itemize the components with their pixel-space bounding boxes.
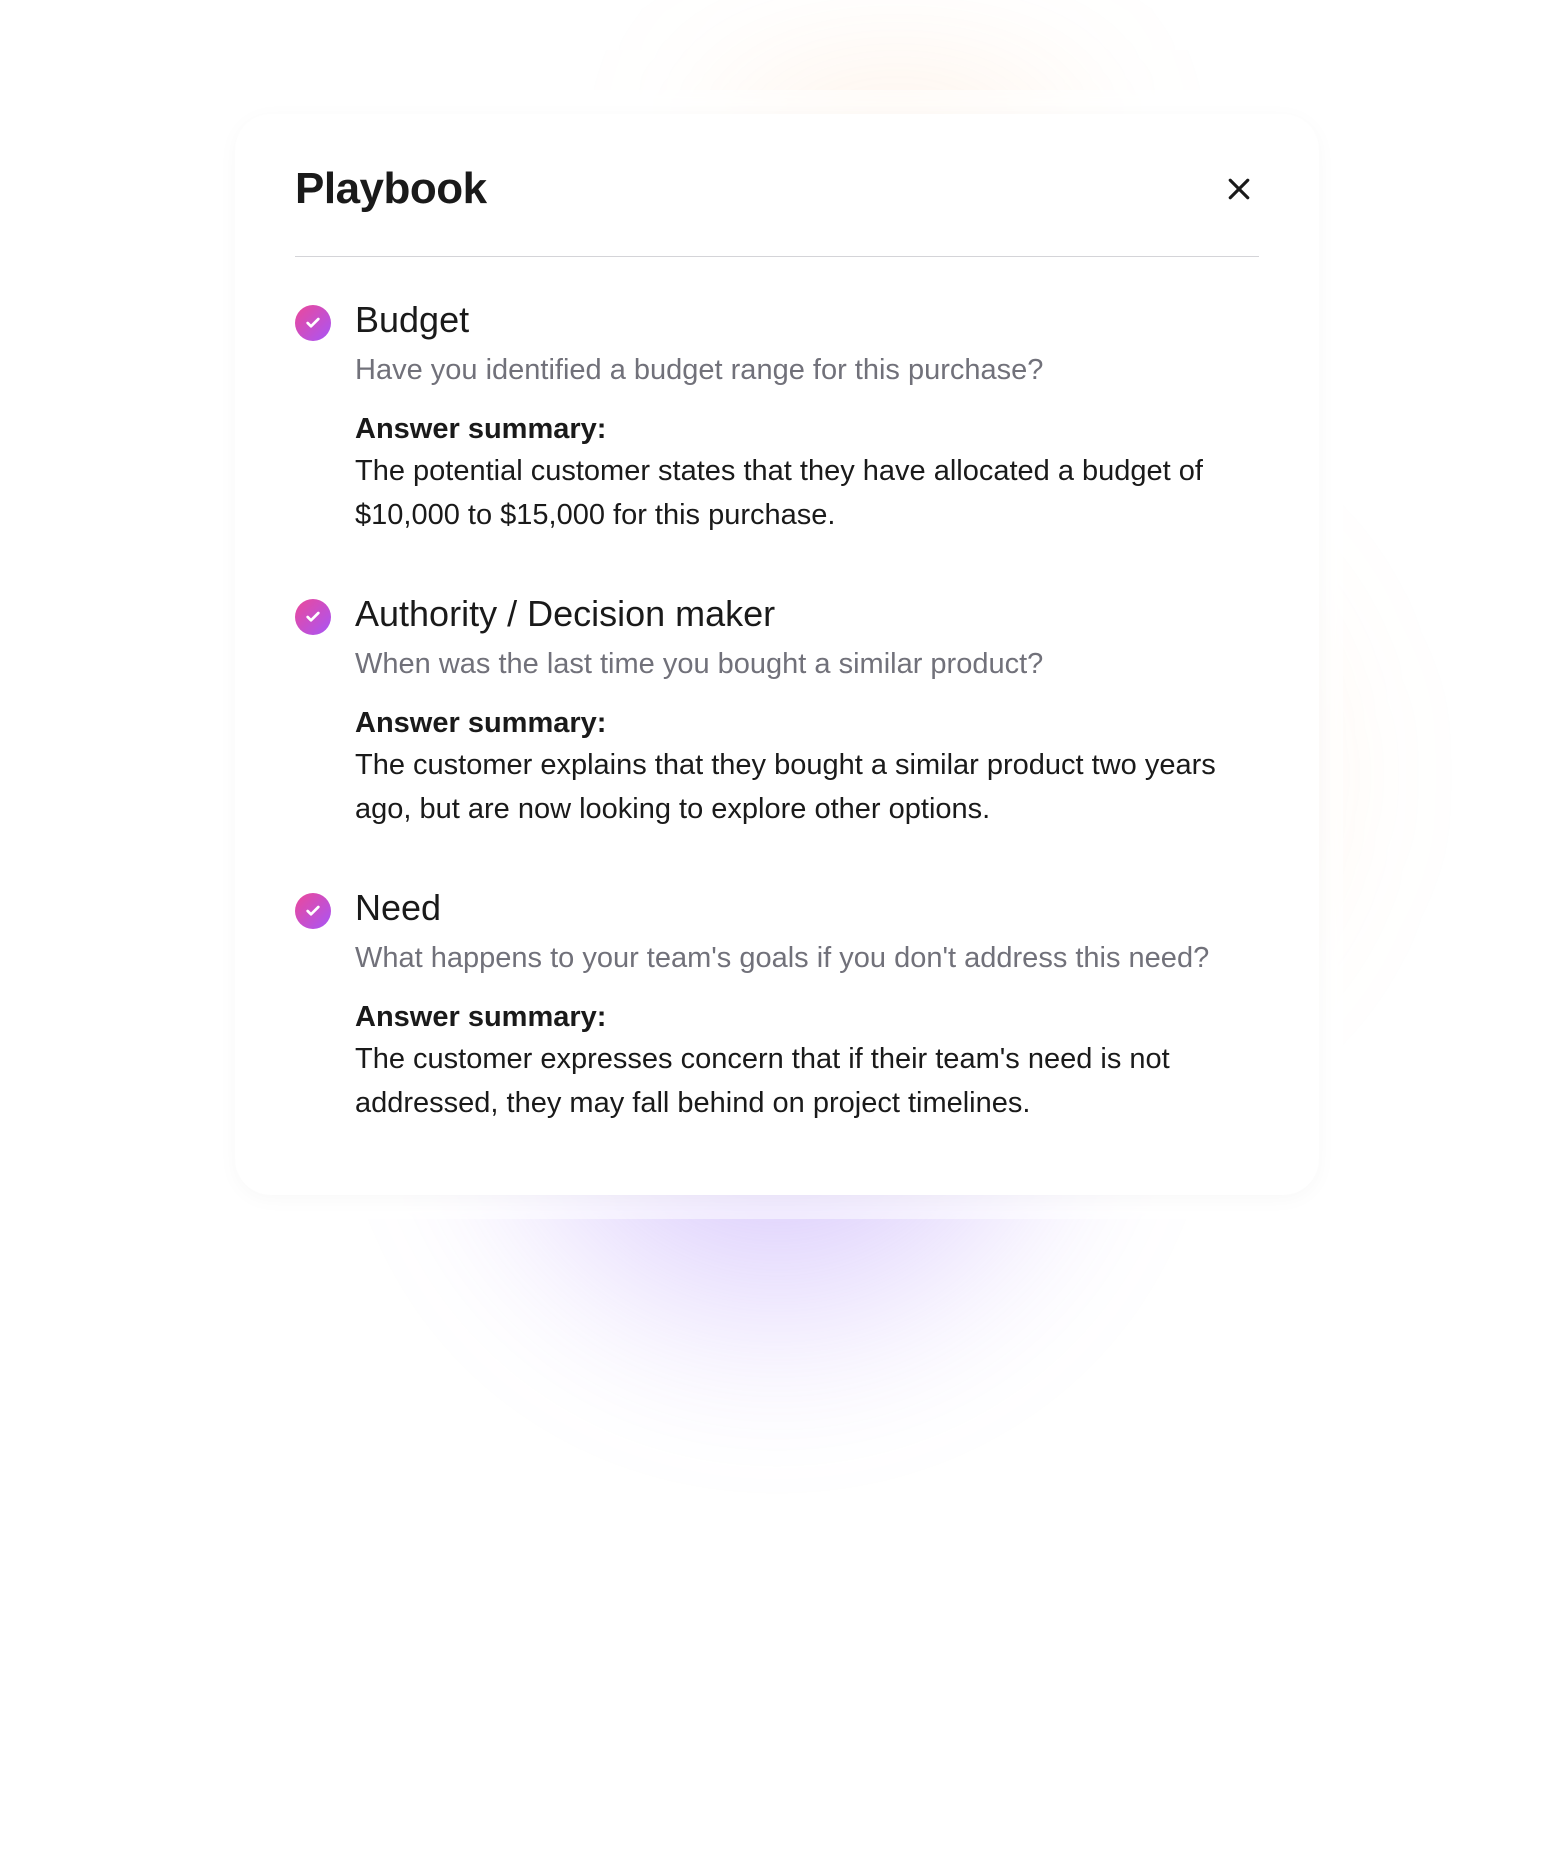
answer-summary-label: Answer summary: xyxy=(355,1001,1259,1034)
answer-summary-text: The potential customer states that they … xyxy=(355,450,1259,537)
item-question: Have you identified a budget range for t… xyxy=(355,349,1259,391)
playbook-card: Playbook Budget Have you identified a bu… xyxy=(235,114,1319,1195)
playbook-card-outer: Playbook Budget Have you identified a bu… xyxy=(211,90,1343,1219)
check-icon xyxy=(305,903,321,919)
playbook-item-content: Budget Have you identified a budget rang… xyxy=(355,299,1259,537)
answer-summary-label: Answer summary: xyxy=(355,707,1259,740)
playbook-title: Playbook xyxy=(295,164,487,214)
item-question: What happens to your team's goals if you… xyxy=(355,937,1259,979)
answer-summary-label: Answer summary: xyxy=(355,413,1259,446)
item-title: Authority / Decision maker xyxy=(355,593,1259,635)
check-badge xyxy=(295,893,331,929)
item-question: When was the last time you bought a simi… xyxy=(355,643,1259,685)
close-icon xyxy=(1224,174,1254,204)
playbook-item: Need What happens to your team's goals i… xyxy=(295,887,1259,1125)
item-title: Budget xyxy=(355,299,1259,341)
playbook-item: Budget Have you identified a budget rang… xyxy=(295,299,1259,537)
playbook-item-content: Need What happens to your team's goals i… xyxy=(355,887,1259,1125)
close-button[interactable] xyxy=(1219,169,1259,209)
check-badge xyxy=(295,599,331,635)
playbook-header: Playbook xyxy=(295,164,1259,257)
check-icon xyxy=(305,609,321,625)
playbook-item: Authority / Decision maker When was the … xyxy=(295,593,1259,831)
item-title: Need xyxy=(355,887,1259,929)
check-badge xyxy=(295,305,331,341)
answer-summary-text: The customer expresses concern that if t… xyxy=(355,1038,1259,1125)
check-icon xyxy=(305,315,321,331)
playbook-item-content: Authority / Decision maker When was the … xyxy=(355,593,1259,831)
answer-summary-text: The customer explains that they bought a… xyxy=(355,744,1259,831)
